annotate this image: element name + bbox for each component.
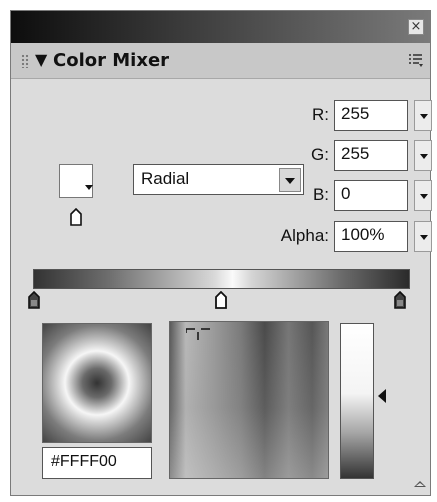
brightness-slider[interactable]: [340, 323, 374, 479]
grip-icon[interactable]: [21, 54, 29, 68]
close-icon[interactable]: ×: [408, 19, 424, 35]
gradient-stop-pointer[interactable]: [394, 291, 406, 309]
alpha-input[interactable]: 100%: [334, 221, 408, 252]
b-slider-dropdown[interactable]: [414, 180, 432, 211]
gradient-bar[interactable]: [33, 269, 410, 289]
hex-input[interactable]: #FFFF00: [42, 447, 152, 479]
alpha-label: Alpha:: [280, 226, 329, 245]
gradient-preview: [42, 323, 152, 443]
r-label: R:: [312, 105, 329, 124]
b-input[interactable]: 0: [334, 180, 408, 211]
panel-title: Color Mixer: [53, 50, 170, 71]
r-input[interactable]: 255: [334, 100, 408, 131]
fill-type-dropdown-button[interactable]: [279, 168, 301, 192]
gradient-stop-pointer[interactable]: [28, 291, 40, 309]
triangle-down-icon[interactable]: ▼: [35, 50, 47, 69]
fill-swatch-icon[interactable]: [59, 164, 93, 198]
gradient-stop-pointer[interactable]: [215, 291, 227, 309]
alpha-slider-dropdown[interactable]: [414, 221, 432, 252]
options-menu-icon[interactable]: [408, 52, 424, 68]
crosshair-icon: [186, 328, 210, 340]
r-slider-dropdown[interactable]: [414, 100, 432, 131]
g-input[interactable]: 255: [334, 140, 408, 171]
panel-header[interactable]: ▼ Color Mixer: [11, 43, 430, 79]
expand-icon[interactable]: [414, 481, 426, 487]
g-label: G:: [311, 145, 329, 164]
title-bar[interactable]: ×: [11, 11, 430, 43]
color-mixer-panel: × ▼ Color Mixer R: 255 G: 255 B: 0 Alpha…: [10, 10, 432, 496]
g-slider-dropdown[interactable]: [414, 140, 432, 171]
color-spectrum[interactable]: [169, 321, 329, 479]
swatch-dropdown-arrow[interactable]: [85, 185, 93, 190]
fill-color-pointer-icon: [70, 208, 82, 226]
brightness-pointer-icon[interactable]: [378, 389, 386, 403]
